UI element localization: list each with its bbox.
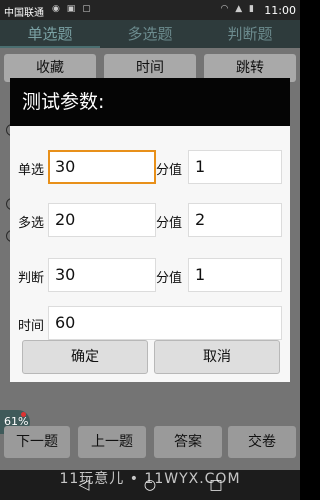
tab-true-false[interactable]: 判断题 — [200, 20, 300, 48]
notification-icon: ▢ — [82, 4, 93, 14]
single-choice-score-input[interactable]: 1 — [188, 150, 282, 184]
time-input[interactable]: 60 — [48, 306, 282, 340]
cancel-button[interactable]: 取消 — [154, 340, 280, 374]
carrier-label: 中国联通 — [4, 8, 44, 19]
alert-dot — [21, 412, 26, 417]
notification-icons: ◉ ▣ ▢ — [52, 4, 93, 14]
tab-bar: 单选题 多选题 判断题 — [0, 20, 300, 48]
signal-icon: ▲ — [235, 4, 245, 14]
wifi-icon: ◠ — [220, 4, 231, 14]
dialog-title: 测试参数: — [10, 78, 290, 126]
true-false-score-input[interactable]: 1 — [188, 258, 282, 292]
true-false-count-input[interactable]: 30 — [48, 258, 156, 292]
true-false-label: 判断 — [18, 271, 45, 286]
image-icon: ▣ — [66, 4, 78, 14]
time-label: 时间 — [18, 319, 45, 334]
previous-question-button[interactable]: 上一题 — [78, 426, 146, 458]
answer-button[interactable]: 答案 — [154, 426, 222, 458]
next-question-button[interactable]: 下一题 — [4, 426, 70, 458]
bottom-button-row: 下一题 上一题 答案 交卷 — [0, 426, 300, 460]
tab-multiple-choice[interactable]: 多选题 — [100, 20, 200, 48]
multiple-choice-score-input[interactable]: 2 — [188, 203, 282, 237]
confirm-button[interactable]: 确定 — [22, 340, 148, 374]
single-choice-label: 单选 — [18, 163, 45, 178]
clock: 11:00 — [264, 4, 296, 17]
status-bar: 中国联通 ◉ ▣ ▢ ◠ ▲ ▮ 11:00 — [0, 0, 300, 20]
wechat-icon: ◉ — [52, 4, 62, 14]
battery-icon: ▮ — [249, 4, 256, 14]
tab-single-choice[interactable]: 单选题 — [0, 20, 100, 48]
test-parameters-dialog: 测试参数: 单选 30 分值 1 多选 20 分值 2 判断 30 分值 1 时… — [10, 78, 290, 382]
system-icons: ◠ ▲ ▮ — [221, 4, 256, 14]
multiple-choice-label: 多选 — [18, 216, 45, 231]
watermark-text: 11玩意儿 • 11WYX.COM — [59, 471, 241, 487]
single-choice-score-label: 分值 — [156, 163, 183, 178]
multiple-choice-count-input[interactable]: 20 — [48, 203, 156, 237]
dialog-body: 单选 30 分值 1 多选 20 分值 2 判断 30 分值 1 时间 60 确… — [10, 126, 290, 382]
multiple-choice-score-label: 分值 — [156, 216, 183, 231]
submit-exam-button[interactable]: 交卷 — [228, 426, 296, 458]
true-false-score-label: 分值 — [156, 271, 183, 286]
single-choice-count-input[interactable]: 30 — [48, 150, 156, 184]
